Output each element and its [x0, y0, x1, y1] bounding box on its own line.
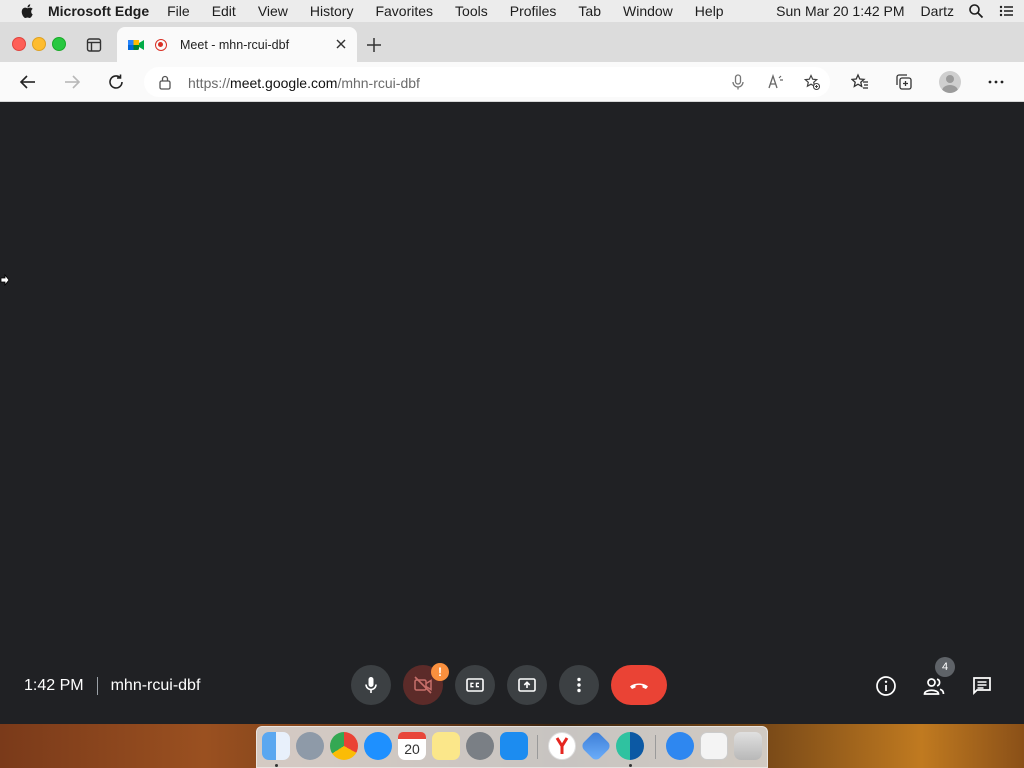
spotlight-search-icon[interactable]: [968, 3, 984, 19]
back-arrow-icon[interactable]: [19, 73, 37, 91]
menu-bar: Microsoft Edge File Edit View History Fa…: [0, 0, 1024, 22]
menubar-clock[interactable]: Sun Mar 20 1:42 PM: [776, 3, 904, 19]
scanner-icon[interactable]: [700, 732, 728, 760]
yandex-logo-icon: [555, 737, 569, 754]
captions-button[interactable]: [455, 665, 495, 705]
system-preferences-icon[interactable]: [466, 732, 494, 760]
dock-separator-2: [655, 735, 656, 759]
menu-view[interactable]: View: [258, 3, 288, 19]
meeting-details-info-icon[interactable]: [875, 675, 897, 697]
menu-edit[interactable]: Edit: [212, 3, 236, 19]
add-favorite-icon[interactable]: [804, 74, 820, 90]
participant-count-badge: 4: [935, 657, 955, 677]
window-zoom-button[interactable]: [52, 37, 66, 51]
browser-toolbar: https://meet.google.com/mhn-rcui-dbf: [0, 62, 1024, 102]
apple-icon[interactable]: [20, 3, 36, 19]
tab-meet[interactable]: Meet - mhn-rcui-dbf: [117, 27, 357, 62]
new-tab-icon[interactable]: [367, 38, 381, 52]
microsoft-edge-icon[interactable]: [616, 732, 644, 760]
trash-icon[interactable]: [734, 732, 762, 760]
tab-actions-icon[interactable]: [86, 37, 102, 53]
meeting-details: 1:42 PM mhn-rcui-dbf: [24, 675, 200, 697]
more-options-button[interactable]: [559, 665, 599, 705]
favorites-icon[interactable]: [851, 73, 869, 91]
edge-running-indicator: [629, 764, 632, 767]
menu-window[interactable]: Window: [623, 3, 673, 19]
menubar-user[interactable]: Dartz: [921, 3, 954, 19]
yandex-browser-icon[interactable]: [548, 732, 576, 760]
window-close-button[interactable]: [12, 37, 26, 51]
present-screen-icon: [518, 678, 536, 692]
microphone-permission-icon[interactable]: [730, 74, 746, 90]
meeting-time: 1:42 PM: [24, 677, 84, 694]
people-icon[interactable]: [923, 675, 945, 697]
menu-history[interactable]: History: [310, 3, 354, 19]
read-aloud-icon[interactable]: [768, 74, 784, 90]
menu-app-name[interactable]: Microsoft Edge: [48, 3, 149, 19]
menu-favorites[interactable]: Favorites: [375, 3, 433, 19]
chat-icon[interactable]: [971, 675, 993, 697]
app-store-downloads-icon[interactable]: [666, 732, 694, 760]
url-path: /mhn-rcui-dbf: [337, 75, 420, 91]
microphone-icon: [365, 677, 377, 693]
safari-icon[interactable]: [364, 732, 392, 760]
present-screen-button[interactable]: [507, 665, 547, 705]
url-prefix: https://: [188, 75, 231, 91]
mouse-pointer-icon: [0, 274, 10, 286]
meeting-details-divider: [96, 677, 98, 695]
calendar-header: [398, 732, 426, 739]
lock-icon[interactable]: [158, 75, 172, 90]
control-center-icon[interactable]: [998, 3, 1014, 19]
forward-arrow-icon[interactable]: [63, 73, 81, 91]
app-store-icon[interactable]: [500, 732, 528, 760]
dock-separator: [537, 735, 538, 759]
tab-title: Meet - mhn-rcui-dbf: [180, 38, 290, 52]
tab-strip: Meet - mhn-rcui-dbf: [0, 22, 1024, 62]
refresh-icon[interactable]: [107, 73, 125, 91]
calendar-day: 20: [404, 741, 420, 757]
window-minimize-button[interactable]: [32, 37, 46, 51]
notes-icon[interactable]: [432, 732, 460, 760]
dock: 20: [256, 726, 768, 768]
closed-captions-icon: [466, 678, 484, 692]
camera-off-icon: [414, 676, 432, 694]
meet-stage: 1:42 PM mhn-rcui-dbf ! 4: [0, 102, 1024, 724]
more-menu-icon[interactable]: [987, 73, 1005, 91]
google-meet-favicon-icon: [128, 40, 144, 50]
tab-close-icon[interactable]: [335, 38, 347, 50]
url-text[interactable]: https://meet.google.com/mhn-rcui-dbf: [188, 75, 420, 91]
mercury-browser-icon[interactable]: [580, 730, 612, 762]
leave-call-button[interactable]: [611, 665, 667, 705]
menu-help[interactable]: Help: [695, 3, 724, 19]
more-vertical-icon: [577, 677, 581, 693]
menu-file[interactable]: File: [167, 3, 190, 19]
recording-indicator-icon: [155, 39, 167, 51]
url-host: meet.google.com: [230, 75, 338, 91]
collections-icon[interactable]: [895, 73, 913, 91]
google-chrome-icon[interactable]: [330, 732, 358, 760]
microphone-button[interactable]: [351, 665, 391, 705]
finder-running-indicator: [275, 764, 278, 767]
menu-tab[interactable]: Tab: [578, 3, 601, 19]
meeting-code: mhn-rcui-dbf: [110, 677, 201, 694]
calendar-icon[interactable]: 20: [398, 732, 426, 760]
menu-profiles[interactable]: Profiles: [510, 3, 557, 19]
camera-warning-badge[interactable]: !: [431, 663, 449, 681]
address-bar[interactable]: https://meet.google.com/mhn-rcui-dbf: [144, 67, 830, 97]
hang-up-icon: [630, 683, 648, 689]
finder-icon[interactable]: [262, 732, 290, 760]
launchpad-icon[interactable]: [296, 732, 324, 760]
menu-tools[interactable]: Tools: [455, 3, 488, 19]
profile-avatar[interactable]: [939, 71, 961, 93]
